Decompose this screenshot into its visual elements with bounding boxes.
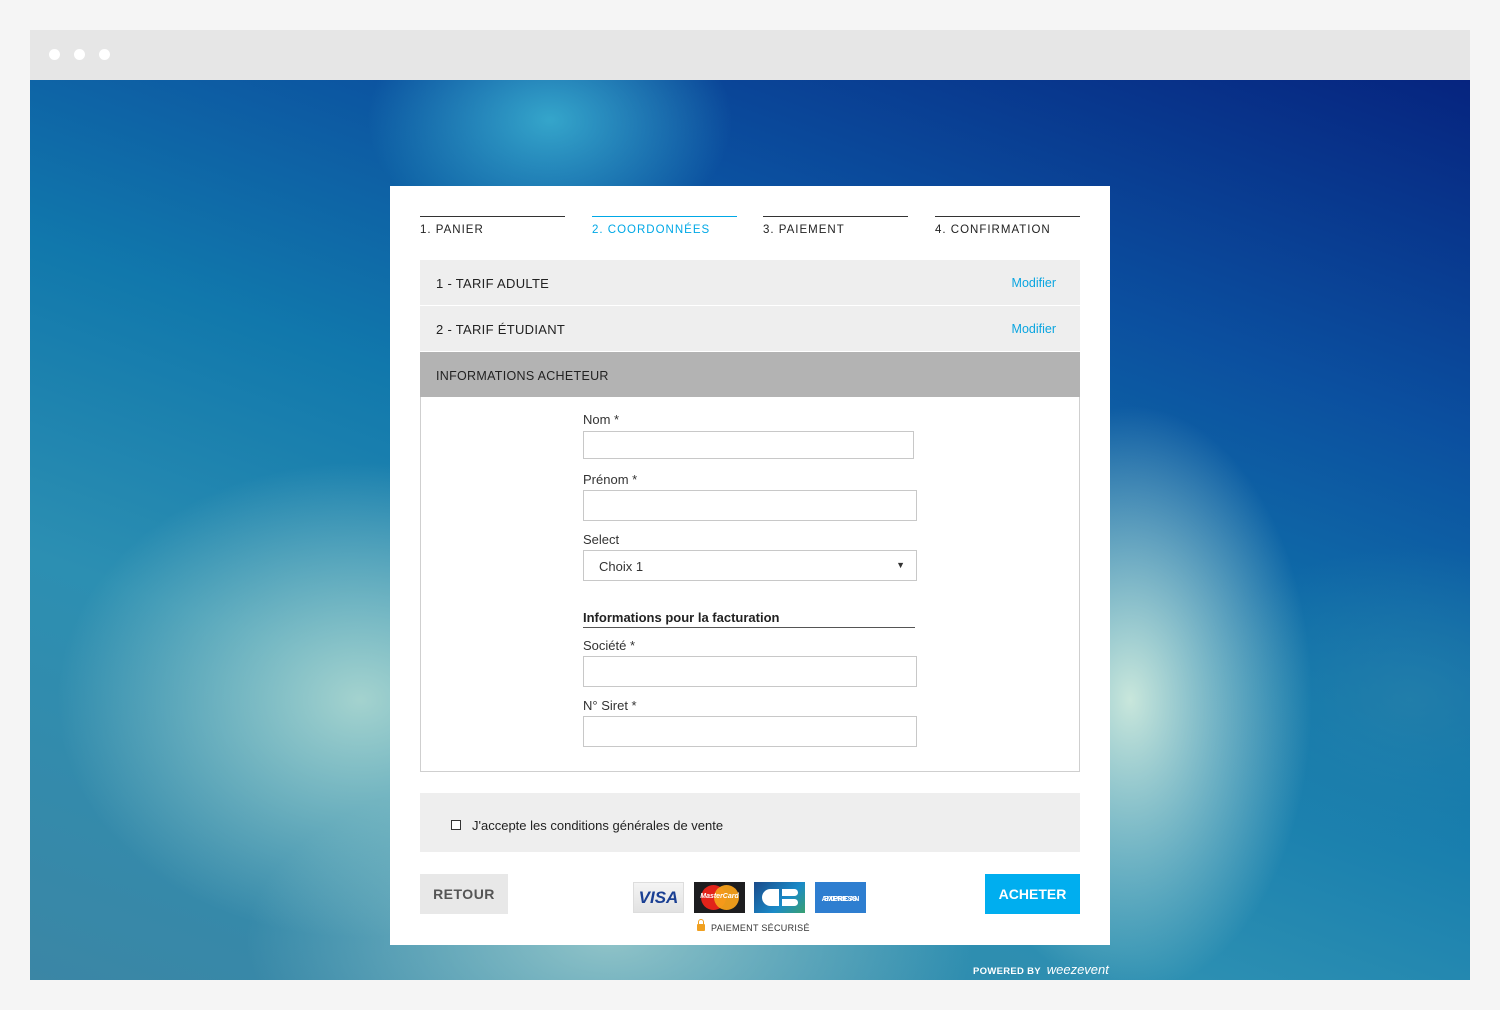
checkout-steps: 1. PANIER 2. COORDONNÉES 3. PAIEMENT 4. … xyxy=(420,216,1080,246)
tarif-row-etudiant: 2 - TARIF ÉTUDIANT Modifier xyxy=(420,306,1080,351)
window-dot-icon xyxy=(74,49,85,60)
tarif-row-adulte: 1 - TARIF ADULTE Modifier xyxy=(420,260,1080,305)
page-background: 1. PANIER 2. COORDONNÉES 3. PAIEMENT 4. … xyxy=(30,80,1470,980)
checkout-card: 1. PANIER 2. COORDONNÉES 3. PAIEMENT 4. … xyxy=(390,186,1110,945)
secure-payment-note: PAIEMENT SÉCURISÉ xyxy=(697,919,810,933)
siret-field[interactable] xyxy=(583,716,917,747)
window-dot-icon xyxy=(49,49,60,60)
powered-by: POWERED BY weezevent xyxy=(973,962,1109,977)
cgv-checkbox[interactable] xyxy=(451,820,461,830)
visa-text: VISA xyxy=(638,888,679,907)
cgv-label[interactable]: J'accepte les conditions générales de ve… xyxy=(472,818,723,833)
chevron-down-icon: ▼ xyxy=(896,560,905,570)
window-titlebar xyxy=(30,30,1470,80)
modify-link[interactable]: Modifier xyxy=(1012,322,1056,336)
mastercard-icon: MasterCard xyxy=(694,882,745,913)
societe-label: Société * xyxy=(583,638,636,653)
powered-by-prefix: POWERED BY xyxy=(973,966,1041,977)
mastercard-text: MasterCard xyxy=(700,893,739,900)
step-panier[interactable]: 1. PANIER xyxy=(420,216,565,236)
weezevent-logo: weezevent xyxy=(1046,962,1109,977)
secure-payment-label: PAIEMENT SÉCURISÉ xyxy=(711,923,810,933)
billing-section-title: Informations pour la facturation xyxy=(583,610,915,628)
nom-label: Nom * xyxy=(583,412,620,427)
prenom-field[interactable] xyxy=(583,490,917,521)
lock-icon xyxy=(697,919,705,931)
amex-text-line2: EXPRESS xyxy=(823,896,858,903)
tarif-label: 2 - TARIF ÉTUDIANT xyxy=(436,322,566,337)
carte-bancaire-icon xyxy=(754,882,805,913)
buyer-info-header: INFORMATIONS ACHETEUR xyxy=(420,352,1080,397)
societe-field[interactable] xyxy=(583,656,917,687)
siret-label: N° Siret * xyxy=(583,698,637,713)
select-label: Select xyxy=(583,532,620,547)
step-paiement[interactable]: 3. PAIEMENT xyxy=(763,216,908,236)
modify-link[interactable]: Modifier xyxy=(1012,276,1056,290)
nom-field[interactable] xyxy=(583,431,914,459)
buy-button[interactable]: ACHETER xyxy=(985,874,1080,914)
step-coordonnees[interactable]: 2. COORDONNÉES xyxy=(592,216,737,236)
buyer-info-heading: INFORMATIONS ACHETEUR xyxy=(436,369,609,383)
step-confirmation[interactable]: 4. CONFIRMATION xyxy=(935,216,1080,236)
visa-icon: VISA xyxy=(633,882,684,913)
choice-select[interactable]: Choix 1 ▼ xyxy=(583,550,917,581)
back-button[interactable]: RETOUR xyxy=(420,874,508,914)
select-value: Choix 1 xyxy=(599,559,644,574)
cgv-panel: J'accepte les conditions générales de ve… xyxy=(420,793,1080,852)
amex-icon: AMERICAN EXPRESS xyxy=(815,882,866,913)
tarif-label: 1 - TARIF ADULTE xyxy=(436,276,550,291)
window-dot-icon xyxy=(99,49,110,60)
buyer-info-form: Nom * Prénom * Select Choix 1 ▼ Informat… xyxy=(420,397,1080,772)
browser-window: 1. PANIER 2. COORDONNÉES 3. PAIEMENT 4. … xyxy=(30,30,1470,980)
prenom-label: Prénom * xyxy=(583,472,638,487)
